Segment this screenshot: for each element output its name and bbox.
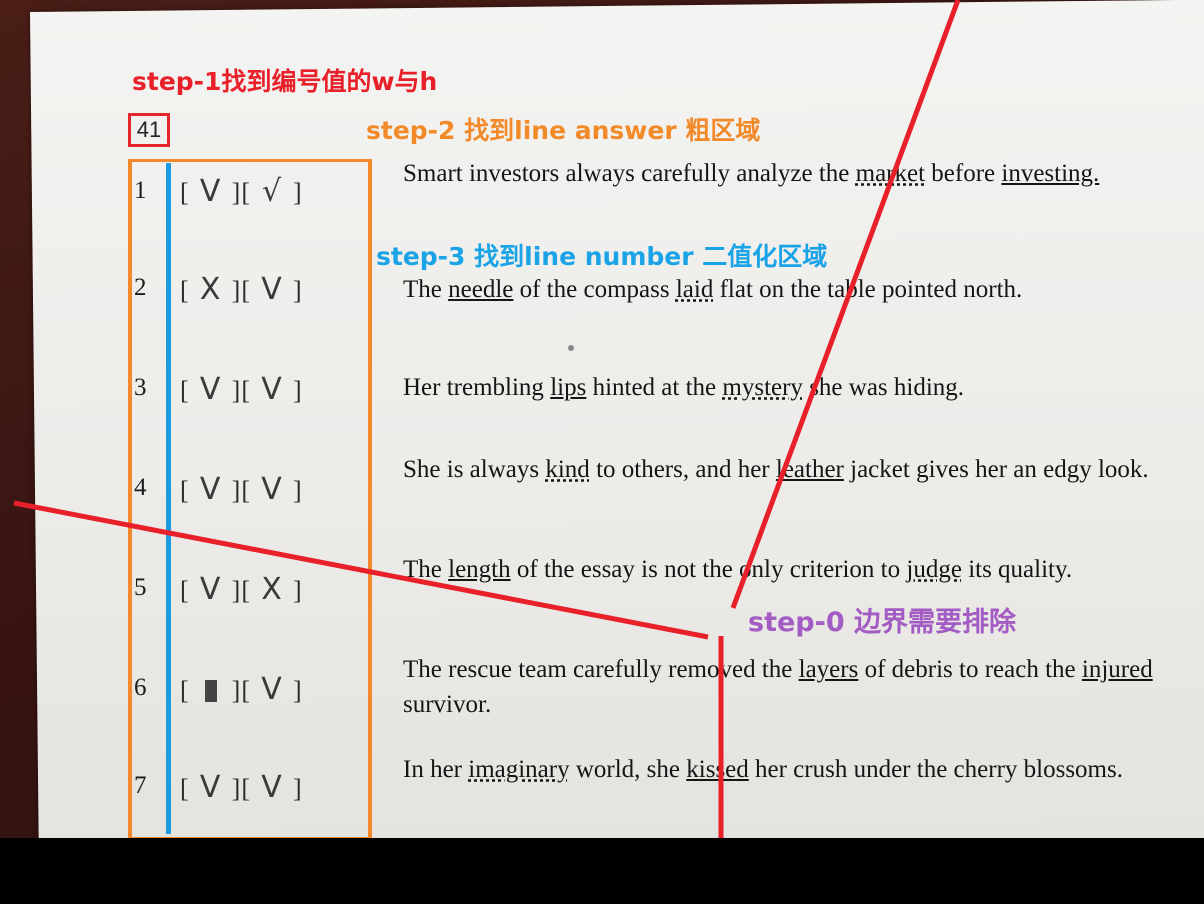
boundary-line-diagonal [730, 0, 961, 609]
boundary-lines [13, 0, 961, 884]
boundary-line-left [13, 500, 709, 640]
black-padding [0, 838, 1204, 904]
photo: step-1找到编号值的w与h step-2 找到line answer 粗区域… [0, 0, 1204, 904]
